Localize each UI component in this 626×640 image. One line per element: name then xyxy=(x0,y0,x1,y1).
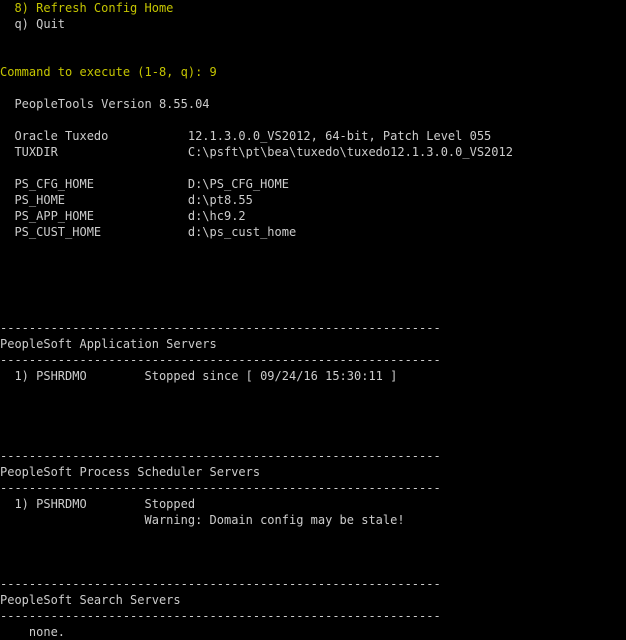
command-prompt-line: Command to execute (1-8, q): 9 xyxy=(0,65,217,79)
env-row-oracle-tuxedo: Oracle Tuxedo 12.1.3.0.0_VS2012, 64-bit,… xyxy=(0,129,492,143)
prcs-server-row-pshrdmo: 1) PSHRDMO Stopped xyxy=(0,497,196,511)
env-row-ps-cfg-home: PS_CFG_HOME D:\PS_CFG_HOME xyxy=(0,177,289,191)
env-row-ps-app-home: PS_APP_HOME d:\hc9.2 xyxy=(0,209,246,223)
terminal-screen[interactable]: 8) Refresh Config Home q) Quit Command t… xyxy=(0,0,513,640)
env-row-tuxdir: TUXDIR C:\psft\pt\bea\tuxedo\tuxedo12.1.… xyxy=(0,145,513,159)
separator-search-servers-bottom: ----------------------------------------… xyxy=(0,609,441,623)
heading-process-scheduler-servers: PeopleSoft Process Scheduler Servers xyxy=(0,465,261,479)
separator-prcs-servers-bottom: ----------------------------------------… xyxy=(0,481,441,495)
heading-search-servers: PeopleSoft Search Servers xyxy=(0,593,181,607)
env-row-ps-cust-home: PS_CUST_HOME d:\ps_cust_home xyxy=(0,225,297,239)
heading-application-servers: PeopleSoft Application Servers xyxy=(0,337,217,351)
separator-app-servers-top: ----------------------------------------… xyxy=(0,321,441,335)
search-servers-none-row: none. xyxy=(0,625,66,639)
peopletools-version-line: PeopleTools Version 8.55.04 xyxy=(0,97,210,111)
prcs-server-warning-pshrdmo: Warning: Domain config may be stale! xyxy=(0,513,405,527)
separator-search-servers-top: ----------------------------------------… xyxy=(0,577,441,591)
separator-app-servers-bottom: ----------------------------------------… xyxy=(0,353,441,367)
menu-item-refresh-config-home: 8) Refresh Config Home xyxy=(0,1,174,15)
terminal-window[interactable]: 8) Refresh Config Home q) Quit Command t… xyxy=(0,0,626,639)
app-server-row-pshrdmo: 1) PSHRDMO Stopped since [ 09/24/16 15:3… xyxy=(0,369,398,383)
env-row-ps-home: PS_HOME d:\pt8.55 xyxy=(0,193,253,207)
separator-prcs-servers-top: ----------------------------------------… xyxy=(0,449,441,463)
menu-item-quit: q) Quit xyxy=(0,17,66,31)
